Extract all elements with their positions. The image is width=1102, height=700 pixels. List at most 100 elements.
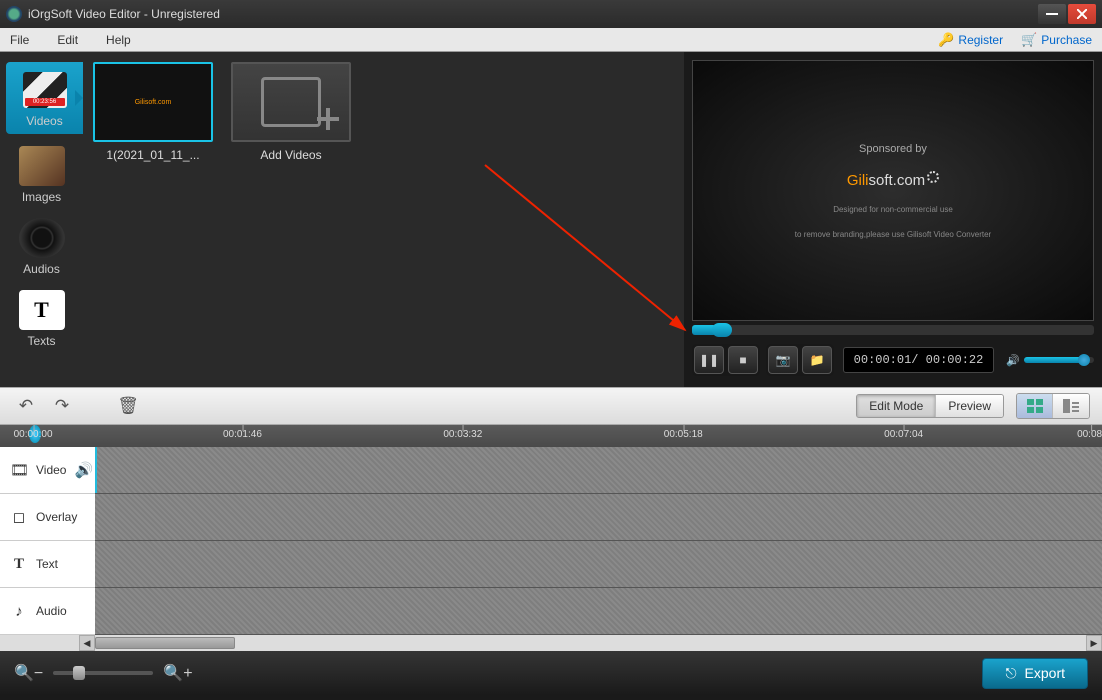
brand-logo: Gilisoft.com [847,171,939,189]
purchase-link[interactable]: 🛒 Purchase [1021,32,1092,48]
category-texts[interactable]: T Texts [0,282,83,354]
category-label: Audios [23,262,60,276]
menu-help[interactable]: Help [106,33,131,47]
titlebar: iOrgSoft Video Editor - Unregistered [0,0,1102,28]
media-clip-label: 1(2021_01_11_... [93,148,213,162]
track-video[interactable]: 🎞 Video 🔊 [0,447,95,494]
zoom-control: 🔍− 🔍+ [14,663,193,683]
lane-overlay[interactable] [95,494,1102,541]
track-text[interactable]: T Text [0,541,95,588]
track-labels: 🎞 Video 🔊 ◻ Overlay T Text ♪ Audio [0,447,95,635]
add-videos-button[interactable]: Add Videos [231,62,351,162]
register-link[interactable]: 🔑 Register [938,32,1003,48]
lane-text[interactable] [95,541,1102,588]
timeline-scrollbar[interactable]: ◀ ▶ [0,635,1102,651]
note-icon: ♪ [10,603,28,620]
pause-button[interactable]: ❚❚ [694,346,724,374]
sound-icon: 🔊 [74,461,92,479]
add-thumbnail [231,62,351,142]
zoom-slider[interactable] [53,671,153,675]
bottombar: 🔍− 🔍+ ⎋ Export [0,651,1102,695]
track-lanes[interactable] [95,447,1102,635]
category-label: Images [22,190,61,204]
view-timeline-button[interactable] [1017,394,1053,418]
zoom-knob[interactable] [73,666,85,680]
category-label: Texts [27,334,55,348]
ruler-tick: 00:03:32 [443,429,482,440]
lane-video[interactable] [95,447,1102,494]
preview-controls: ❚❚ ■ 📷 📁 00:00:01/ 00:00:22 🔊 [692,341,1094,379]
media-clip[interactable]: Gilisoft.com 1(2021_01_11_... [93,62,213,162]
lane-audio[interactable] [95,588,1102,635]
mode-toggle: Edit Mode Preview [856,394,1004,418]
edit-mode-button[interactable]: Edit Mode [857,395,936,417]
category-audios[interactable]: Audios [0,210,83,282]
film-plus-icon [261,77,321,127]
scroll-right-button[interactable]: ▶ [1086,635,1102,651]
timeline: 00:00:00 00:01:46 00:03:32 00:05:18 00:07:04… [0,425,1102,651]
cart-icon: 🛒 [1021,32,1037,48]
overlay-icon: ◻ [10,508,28,526]
zoom-in-button[interactable]: 🔍+ [163,663,192,683]
volume-track[interactable] [1024,357,1094,363]
media-library: Gilisoft.com 1(2021_01_11_... Add Videos [83,52,684,387]
ruler-tick: 00:05:18 [664,429,703,440]
text-track-icon: T [10,556,28,573]
category-videos[interactable]: Videos [6,62,83,134]
category-label: Videos [26,114,62,128]
preview-line2: to remove branding,please use Gilisoft V… [795,230,991,239]
text-icon: T [19,290,65,330]
app-icon [6,6,22,22]
key-icon: 🔑 [938,32,954,48]
zoom-out-button[interactable]: 🔍− [14,663,43,683]
minimize-button[interactable] [1038,4,1066,24]
close-button[interactable] [1068,4,1096,24]
preview-line1: Designed for non-commercial use [833,205,953,214]
view-toggle [1016,393,1090,419]
scroll-left-button[interactable]: ◀ [79,635,95,651]
export-button[interactable]: ⎋ Export [982,658,1088,689]
scrollbar-thumb[interactable] [95,637,235,649]
view-storyboard-button[interactable] [1053,394,1089,418]
preview-mode-button[interactable]: Preview [936,395,1003,417]
purchase-label: Purchase [1041,33,1092,47]
add-videos-label: Add Videos [231,148,351,162]
preview-screen: Sponsored by Gilisoft.com Designed for n… [692,60,1094,321]
undo-button[interactable]: ↶ [12,393,40,419]
gear-icon [927,171,939,183]
preview-panel: Sponsored by Gilisoft.com Designed for n… [684,52,1102,387]
open-folder-button[interactable]: 📁 [802,346,832,374]
preview-progress[interactable] [692,325,1094,335]
clapper-icon [22,70,68,110]
menu-file[interactable]: File [10,33,29,47]
sponsor-label: Sponsored by [859,143,927,155]
window-title: iOrgSoft Video Editor - Unregistered [28,7,1038,21]
redo-button[interactable]: ↷ [48,393,76,419]
media-thumbnail: Gilisoft.com [93,62,213,142]
timeline-tracks: 🎞 Video 🔊 ◻ Overlay T Text ♪ Audio [0,447,1102,635]
film-icon: 🎞 [10,461,28,479]
volume-control[interactable]: 🔊 [1006,354,1094,367]
speaker-icon [19,218,65,258]
delete-button[interactable]: 🗑 [114,393,142,419]
content-area: Videos Images Audios T Texts Gilisoft.co… [0,52,1102,387]
timeline-ruler[interactable]: 00:00:00 00:01:46 00:03:32 00:05:18 00:07:04… [0,425,1102,447]
export-label: Export [1025,665,1065,681]
track-audio[interactable]: ♪ Audio [0,588,95,635]
progress-knob[interactable] [712,323,732,337]
ruler-tick: 00:01:46 [223,429,262,440]
snapshot-button[interactable]: 📷 [768,346,798,374]
menu-edit[interactable]: Edit [57,33,78,47]
register-label: Register [958,33,1003,47]
image-icon [19,146,65,186]
menubar: File Edit Help 🔑 Register 🛒 Purchase [0,28,1102,52]
export-icon: ⎋ [1005,665,1016,682]
stop-button[interactable]: ■ [728,346,758,374]
track-overlay[interactable]: ◻ Overlay [0,494,95,541]
ruler-tick: 00:07:04 [884,429,923,440]
ruler-tick: 00:00:00 [14,429,53,440]
time-display: 00:00:01/ 00:00:22 [843,347,995,373]
ruler-tick: 00:08: [1077,429,1102,440]
volume-knob[interactable] [1078,354,1090,366]
category-images[interactable]: Images [0,138,83,210]
